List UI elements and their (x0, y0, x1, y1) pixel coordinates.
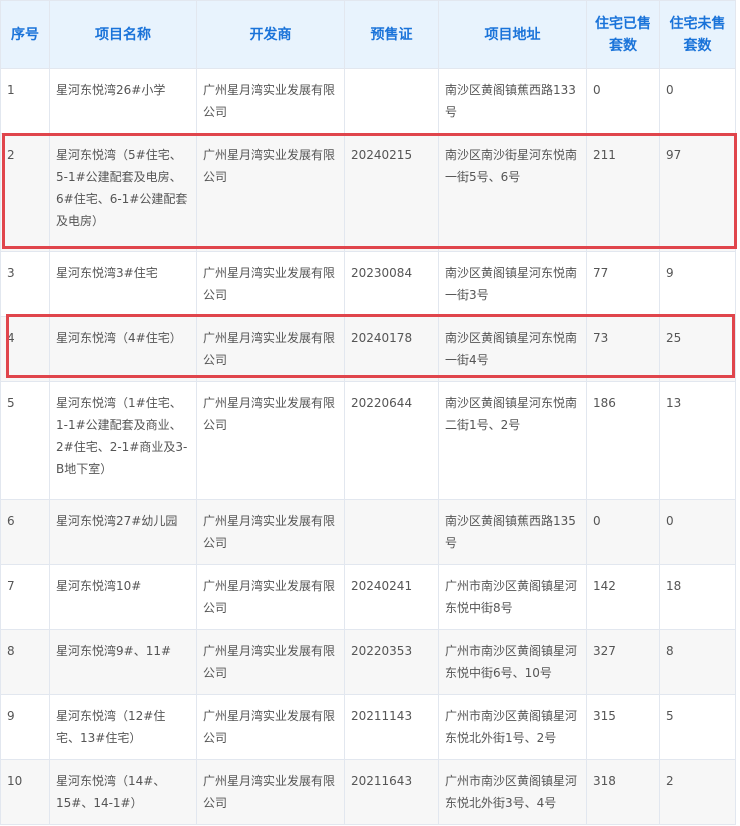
table-row: 5 星河东悦湾（1#住宅、1-1#公建配套及商业、2#住宅、2-1#商业及3-B… (0, 381, 736, 500)
cell-permit (344, 68, 439, 134)
cell-permit (344, 499, 439, 565)
cell-unsold: 13 (659, 381, 736, 500)
cell-sold: 73 (586, 316, 660, 382)
cell-developer: 广州星月湾实业发展有限公司 (196, 759, 345, 825)
cell-name: 星河东悦湾（4#住宅） (49, 316, 197, 382)
cell-sold: 142 (586, 564, 660, 630)
col-header-permit: 预售证 (344, 0, 439, 69)
cell-unsold: 5 (659, 694, 736, 760)
cell-developer: 广州星月湾实业发展有限公司 (196, 694, 345, 760)
cell-name: 星河东悦湾9#、11# (49, 629, 197, 695)
cell-no: 4 (0, 316, 50, 382)
cell-developer: 广州星月湾实业发展有限公司 (196, 564, 345, 630)
cell-developer: 广州星月湾实业发展有限公司 (196, 133, 345, 252)
cell-name: 星河东悦湾3#住宅 (49, 251, 197, 317)
cell-developer: 广州星月湾实业发展有限公司 (196, 68, 345, 134)
cell-permit: 20240178 (344, 316, 439, 382)
col-header-no: 序号 (0, 0, 50, 69)
cell-no: 2 (0, 133, 50, 252)
cell-permit: 20230084 (344, 251, 439, 317)
table-row: 7 星河东悦湾10# 广州星月湾实业发展有限公司 20240241 广州市南沙区… (0, 564, 736, 630)
table-row: 9 星河东悦湾（12#住宅、13#住宅） 广州星月湾实业发展有限公司 20211… (0, 694, 736, 760)
cell-address: 南沙区黄阁镇星河东悦南一街4号 (438, 316, 587, 382)
cell-unsold: 8 (659, 629, 736, 695)
cell-address: 广州市南沙区黄阁镇星河东悦中街8号 (438, 564, 587, 630)
cell-no: 5 (0, 381, 50, 500)
cell-unsold: 2 (659, 759, 736, 825)
cell-sold: 186 (586, 381, 660, 500)
table-row: 2 星河东悦湾（5#住宅、5-1#公建配套及电房、6#住宅、6-1#公建配套及电… (0, 133, 736, 252)
cell-unsold: 97 (659, 133, 736, 252)
table-row: 6 星河东悦湾27#幼儿园 广州星月湾实业发展有限公司 南沙区黄阁镇蕉西路135… (0, 499, 736, 565)
cell-sold: 77 (586, 251, 660, 317)
cell-no: 7 (0, 564, 50, 630)
col-header-developer: 开发商 (196, 0, 345, 69)
cell-address: 南沙区南沙街星河东悦南一街5号、6号 (438, 133, 587, 252)
cell-no: 10 (0, 759, 50, 825)
cell-no: 1 (0, 68, 50, 134)
col-header-name: 项目名称 (49, 0, 197, 69)
cell-unsold: 25 (659, 316, 736, 382)
cell-address: 南沙区黄阁镇星河东悦南一街3号 (438, 251, 587, 317)
cell-sold: 0 (586, 499, 660, 565)
cell-address: 南沙区黄阁镇星河东悦南二街1号、2号 (438, 381, 587, 500)
cell-name: 星河东悦湾（1#住宅、1-1#公建配套及商业、2#住宅、2-1#商业及3-B地下… (49, 381, 197, 500)
cell-developer: 广州星月湾实业发展有限公司 (196, 381, 345, 500)
col-header-unsold: 住宅未售套数 (659, 0, 736, 69)
cell-name: 星河东悦湾27#幼儿园 (49, 499, 197, 565)
cell-name: 星河东悦湾10# (49, 564, 197, 630)
cell-no: 3 (0, 251, 50, 317)
table-row: 1 星河东悦湾26#小学 广州星月湾实业发展有限公司 南沙区黄阁镇蕉西路133号… (0, 68, 736, 134)
cell-permit: 20220644 (344, 381, 439, 500)
presale-table: 序号 项目名称 开发商 预售证 项目地址 住宅已售套数 住宅未售套数 1 星河东… (0, 0, 736, 825)
cell-permit: 20211643 (344, 759, 439, 825)
col-header-sold: 住宅已售套数 (586, 0, 660, 69)
cell-permit: 20211143 (344, 694, 439, 760)
cell-name: 星河东悦湾（5#住宅、5-1#公建配套及电房、6#住宅、6-1#公建配套及电房） (49, 133, 197, 252)
cell-developer: 广州星月湾实业发展有限公司 (196, 251, 345, 317)
table-row: 8 星河东悦湾9#、11# 广州星月湾实业发展有限公司 20220353 广州市… (0, 629, 736, 695)
cell-sold: 211 (586, 133, 660, 252)
header-row: 序号 项目名称 开发商 预售证 项目地址 住宅已售套数 住宅未售套数 (0, 0, 736, 69)
cell-developer: 广州星月湾实业发展有限公司 (196, 629, 345, 695)
col-header-address: 项目地址 (438, 0, 587, 69)
cell-unsold: 0 (659, 68, 736, 134)
cell-address: 广州市南沙区黄阁镇星河东悦中街6号、10号 (438, 629, 587, 695)
cell-sold: 318 (586, 759, 660, 825)
cell-address: 广州市南沙区黄阁镇星河东悦北外街1号、2号 (438, 694, 587, 760)
cell-no: 8 (0, 629, 50, 695)
cell-address: 广州市南沙区黄阁镇星河东悦北外街3号、4号 (438, 759, 587, 825)
cell-unsold: 0 (659, 499, 736, 565)
cell-permit: 20240215 (344, 133, 439, 252)
cell-no: 6 (0, 499, 50, 565)
cell-name: 星河东悦湾26#小学 (49, 68, 197, 134)
cell-unsold: 9 (659, 251, 736, 317)
cell-sold: 315 (586, 694, 660, 760)
cell-name: 星河东悦湾（12#住宅、13#住宅） (49, 694, 197, 760)
cell-name: 星河东悦湾（14#、15#、14-1#） (49, 759, 197, 825)
table-row: 3 星河东悦湾3#住宅 广州星月湾实业发展有限公司 20230084 南沙区黄阁… (0, 251, 736, 317)
table-row: 4 星河东悦湾（4#住宅） 广州星月湾实业发展有限公司 20240178 南沙区… (0, 316, 736, 382)
cell-developer: 广州星月湾实业发展有限公司 (196, 499, 345, 565)
cell-address: 南沙区黄阁镇蕉西路135号 (438, 499, 587, 565)
cell-developer: 广州星月湾实业发展有限公司 (196, 316, 345, 382)
cell-permit: 20240241 (344, 564, 439, 630)
cell-permit: 20220353 (344, 629, 439, 695)
table-row: 10 星河东悦湾（14#、15#、14-1#） 广州星月湾实业发展有限公司 20… (0, 759, 736, 825)
cell-address: 南沙区黄阁镇蕉西路133号 (438, 68, 587, 134)
cell-sold: 327 (586, 629, 660, 695)
cell-no: 9 (0, 694, 50, 760)
cell-unsold: 18 (659, 564, 736, 630)
cell-sold: 0 (586, 68, 660, 134)
